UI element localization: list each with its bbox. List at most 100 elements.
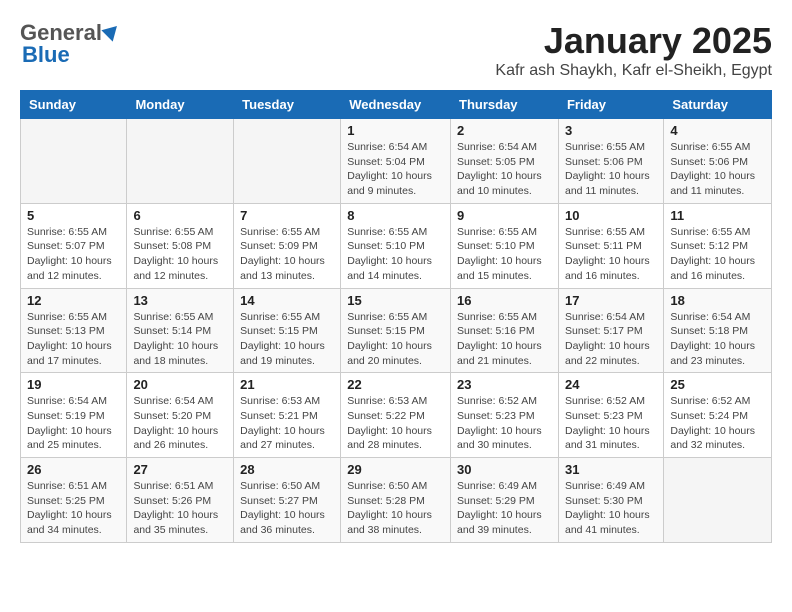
day-number: 18 [670,293,765,308]
day-info: Sunrise: 6:55 AMSunset: 5:06 PMDaylight:… [670,140,765,199]
day-info: Sunrise: 6:54 AMSunset: 5:05 PMDaylight:… [457,140,552,199]
page-header: General Blue January 2025 Kafr ash Shayk… [20,20,772,80]
day-cell: 11Sunrise: 6:55 AMSunset: 5:12 PMDayligh… [664,203,772,288]
day-number: 7 [240,208,334,223]
day-info: Sunrise: 6:55 AMSunset: 5:13 PMDaylight:… [27,310,120,369]
day-cell: 4 Sunrise: 6:55 AMSunset: 5:06 PMDaylight… [664,119,772,204]
day-info: Sunrise: 6:51 AMSunset: 5:26 PMDaylight:… [133,479,227,538]
day-number: 1 [347,123,444,138]
day-cell: 2Sunrise: 6:54 AMSunset: 5:05 PMDaylight… [451,119,559,204]
day-cell [664,458,772,543]
day-info: Sunrise: 6:55 AMSunset: 5:09 PMDaylight:… [240,225,334,284]
header-monday: Monday [127,91,234,119]
day-cell: 20 Sunrise: 6:54 AMSunset: 5:20 PMDayligh… [127,373,234,458]
header-thursday: Thursday [451,91,559,119]
day-cell: 8 Sunrise: 6:55 AMSunset: 5:10 PMDaylight… [341,203,451,288]
day-number: 10 [565,208,657,223]
day-number: 21 [240,377,334,392]
day-number: 31 [565,462,657,477]
header-saturday: Saturday [664,91,772,119]
day-number: 5 [27,208,120,223]
day-info: Sunrise: 6:50 AMSunset: 5:28 PMDaylight:… [347,479,444,538]
day-cell: 16Sunrise: 6:55 AMSunset: 5:16 PMDayligh… [451,288,559,373]
day-cell: 23 Sunrise: 6:52 AMSunset: 5:23 PMDayligh… [451,373,559,458]
day-cell: 15 Sunrise: 6:55 AMSunset: 5:15 PMDayligh… [341,288,451,373]
week-row-1: 1 Sunrise: 6:54 AMSunset: 5:04 PMDaylight… [21,119,772,204]
calendar-table: SundayMondayTuesdayWednesdayThursdayFrid… [20,90,772,543]
logo-blue-text: Blue [22,42,70,68]
day-info: Sunrise: 6:54 AMSunset: 5:17 PMDaylight:… [565,310,657,369]
day-info: Sunrise: 6:51 AMSunset: 5:25 PMDaylight:… [27,479,120,538]
day-number: 11 [670,208,765,223]
day-cell: 19 Sunrise: 6:54 AMSunset: 5:19 PMDayligh… [21,373,127,458]
day-info: Sunrise: 6:53 AMSunset: 5:21 PMDaylight:… [240,394,334,453]
day-number: 17 [565,293,657,308]
day-cell: 17 Sunrise: 6:54 AMSunset: 5:17 PMDayligh… [558,288,663,373]
day-info: Sunrise: 6:55 AMSunset: 5:15 PMDaylight:… [347,310,444,369]
day-info: Sunrise: 6:54 AMSunset: 5:19 PMDaylight:… [27,394,120,453]
day-info: Sunrise: 6:54 AMSunset: 5:04 PMDaylight:… [347,140,444,199]
day-number: 28 [240,462,334,477]
day-number: 19 [27,377,120,392]
day-info: Sunrise: 6:55 AMSunset: 5:14 PMDaylight:… [133,310,227,369]
day-cell: 7 Sunrise: 6:55 AMSunset: 5:09 PMDaylight… [234,203,341,288]
day-number: 3 [565,123,657,138]
day-number: 27 [133,462,227,477]
day-number: 20 [133,377,227,392]
header-wednesday: Wednesday [341,91,451,119]
day-info: Sunrise: 6:55 AMSunset: 5:11 PMDaylight:… [565,225,657,284]
day-info: Sunrise: 6:52 AMSunset: 5:23 PMDaylight:… [565,394,657,453]
day-cell: 31Sunrise: 6:49 AMSunset: 5:30 PMDayligh… [558,458,663,543]
day-cell: 29 Sunrise: 6:50 AMSunset: 5:28 PMDayligh… [341,458,451,543]
logo-triangle-icon [101,20,122,41]
day-info: Sunrise: 6:54 AMSunset: 5:18 PMDaylight:… [670,310,765,369]
day-number: 8 [347,208,444,223]
day-number: 25 [670,377,765,392]
title-section: January 2025 Kafr ash Shaykh, Kafr el-Sh… [495,20,772,80]
day-info: Sunrise: 6:50 AMSunset: 5:27 PMDaylight:… [240,479,334,538]
day-number: 30 [457,462,552,477]
calendar-header: SundayMondayTuesdayWednesdayThursdayFrid… [21,91,772,119]
day-number: 9 [457,208,552,223]
day-info: Sunrise: 6:54 AMSunset: 5:20 PMDaylight:… [133,394,227,453]
day-info: Sunrise: 6:55 AMSunset: 5:06 PMDaylight:… [565,140,657,199]
header-sunday: Sunday [21,91,127,119]
day-cell: 9Sunrise: 6:55 AMSunset: 5:10 PMDaylight… [451,203,559,288]
day-info: Sunrise: 6:52 AMSunset: 5:24 PMDaylight:… [670,394,765,453]
day-cell [234,119,341,204]
day-info: Sunrise: 6:49 AMSunset: 5:29 PMDaylight:… [457,479,552,538]
day-cell: 24Sunrise: 6:52 AMSunset: 5:23 PMDayligh… [558,373,663,458]
day-number: 26 [27,462,120,477]
day-cell: 21 Sunrise: 6:53 AMSunset: 5:21 PMDayligh… [234,373,341,458]
week-row-2: 5Sunrise: 6:55 AMSunset: 5:07 PMDaylight… [21,203,772,288]
day-number: 4 [670,123,765,138]
day-cell: 13Sunrise: 6:55 AMSunset: 5:14 PMDayligh… [127,288,234,373]
day-cell: 26 Sunrise: 6:51 AMSunset: 5:25 PMDayligh… [21,458,127,543]
day-cell: 22 Sunrise: 6:53 AMSunset: 5:22 PMDayligh… [341,373,451,458]
day-cell: 28 Sunrise: 6:50 AMSunset: 5:27 PMDayligh… [234,458,341,543]
day-info: Sunrise: 6:52 AMSunset: 5:23 PMDaylight:… [457,394,552,453]
day-info: Sunrise: 6:53 AMSunset: 5:22 PMDaylight:… [347,394,444,453]
day-cell: 10 Sunrise: 6:55 AMSunset: 5:11 PMDayligh… [558,203,663,288]
day-number: 15 [347,293,444,308]
day-number: 29 [347,462,444,477]
day-cell: 12 Sunrise: 6:55 AMSunset: 5:13 PMDayligh… [21,288,127,373]
day-cell: 14 Sunrise: 6:55 AMSunset: 5:15 PMDayligh… [234,288,341,373]
day-cell: 3 Sunrise: 6:55 AMSunset: 5:06 PMDaylight… [558,119,663,204]
day-number: 6 [133,208,227,223]
day-info: Sunrise: 6:55 AMSunset: 5:15 PMDaylight:… [240,310,334,369]
day-cell: 1 Sunrise: 6:54 AMSunset: 5:04 PMDaylight… [341,119,451,204]
day-info: Sunrise: 6:55 AMSunset: 5:10 PMDaylight:… [347,225,444,284]
day-number: 23 [457,377,552,392]
logo: General Blue [20,20,120,68]
day-cell: 25 Sunrise: 6:52 AMSunset: 5:24 PMDayligh… [664,373,772,458]
location-text: Kafr ash Shaykh, Kafr el-Sheikh, Egypt [495,62,772,80]
day-cell [127,119,234,204]
day-cell: 18 Sunrise: 6:54 AMSunset: 5:18 PMDayligh… [664,288,772,373]
day-number: 22 [347,377,444,392]
week-row-4: 19 Sunrise: 6:54 AMSunset: 5:19 PMDayligh… [21,373,772,458]
day-number: 12 [27,293,120,308]
week-row-3: 12 Sunrise: 6:55 AMSunset: 5:13 PMDayligh… [21,288,772,373]
day-number: 14 [240,293,334,308]
day-cell: 5Sunrise: 6:55 AMSunset: 5:07 PMDaylight… [21,203,127,288]
